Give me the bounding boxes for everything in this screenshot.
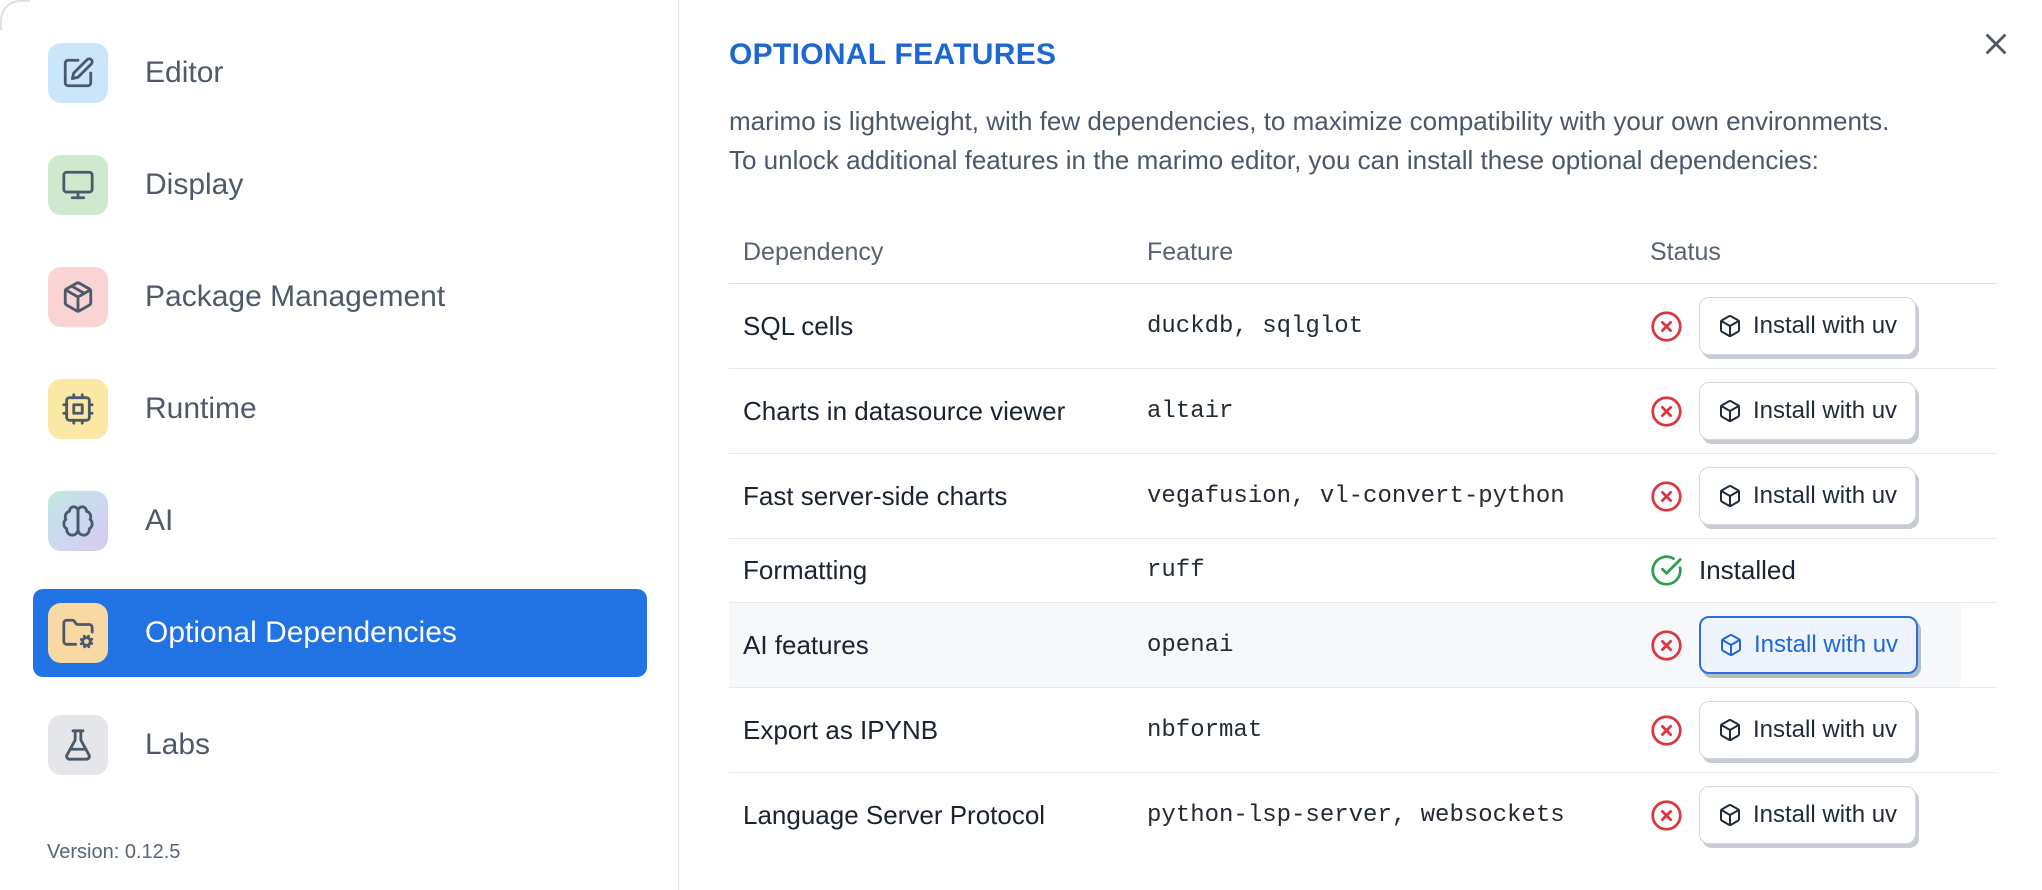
dependency-cell: SQL cells: [743, 310, 854, 341]
circle-x-icon: [1651, 629, 1682, 661]
status-cell: Installed: [1636, 554, 1997, 587]
settings-dialog: Editor Display Package Management Runtime AI…: [0, 0, 2042, 890]
feature-cell: ruff: [1147, 557, 1205, 584]
install-button-label: Install with uv: [1753, 716, 1898, 743]
settings-nav: Editor Display Package Management Runtime AI…: [33, 29, 647, 789]
sidebar-item-labs[interactable]: Labs: [33, 701, 647, 789]
status-cell: Install with uv: [1636, 786, 1997, 844]
install-with-uv-button[interactable]: Install with uv: [1699, 467, 1917, 525]
panel-title: OPTIONAL FEATURES: [729, 38, 1057, 71]
sidebar-item-icon-box: [48, 43, 108, 103]
table-row: Charts in datasource viewer altair Install…: [729, 369, 1997, 454]
table-header-row: Dependency Feature Status: [729, 222, 1997, 284]
dependency-cell: Formatting: [743, 555, 868, 585]
feature-cell: nbformat: [1147, 716, 1263, 744]
install-button-label: Install with uv: [1753, 312, 1898, 339]
sidebar-item-label: Display: [145, 168, 244, 201]
folder-cog-icon: [62, 618, 94, 649]
status-cell: Install with uv: [1636, 616, 1997, 674]
circle-x-icon: [1651, 799, 1682, 831]
close-button[interactable]: [1974, 22, 2018, 66]
install-button-label: Install with uv: [1753, 801, 1898, 828]
install-button-label: Install with uv: [1753, 397, 1898, 424]
status-cell: Install with uv: [1636, 467, 1997, 525]
feature-cell: vegafusion, vl-convert-python: [1147, 482, 1565, 510]
sidebar-item-label: Labs: [145, 728, 211, 761]
circle-x-icon: [1651, 395, 1682, 427]
sidebar-item-icon-box: [48, 603, 108, 663]
sidebar-item-icon-box: [48, 491, 108, 551]
box-icon: [1720, 315, 1740, 337]
description-line: marimo is lightweight, with few dependen…: [729, 106, 1890, 136]
sidebar-item-label: Optional Dependencies: [145, 616, 457, 649]
circle-x-icon: [1651, 480, 1682, 512]
circle-x-icon: [1651, 310, 1682, 342]
table-row: Export as IPYNB nbformat Install with uv: [729, 688, 1997, 773]
sidebar-item-label: Package Management: [145, 280, 446, 313]
sidebar-item-package-management[interactable]: Package Management: [33, 253, 647, 341]
column-header-status: Status: [1650, 238, 1721, 266]
sidebar-item-editor[interactable]: Editor: [33, 29, 647, 117]
description-line: To unlock additional features in the mar…: [729, 145, 1819, 175]
sidebar-item-icon-box: [48, 155, 108, 215]
install-with-uv-button[interactable]: Install with uv: [1699, 786, 1917, 844]
package-icon: [63, 281, 93, 313]
column-header-feature: Feature: [1147, 238, 1234, 266]
dependency-cell: Fast server-side charts: [743, 480, 1008, 511]
feature-cell: altair: [1147, 397, 1234, 425]
box-icon: [1721, 634, 1741, 656]
dependency-cell: Export as IPYNB: [743, 714, 939, 745]
install-with-uv-button[interactable]: Install with uv: [1699, 382, 1917, 440]
column-header-dependency: Dependency: [743, 238, 884, 266]
feature-cell: python-lsp-server, websockets: [1147, 801, 1565, 829]
circle-check-icon: [1651, 555, 1682, 586]
table-row: Formatting ruff Installed: [729, 539, 1997, 603]
box-icon: [1720, 400, 1740, 422]
install-button-label: Install with uv: [1754, 631, 1899, 658]
table-body: SQL cells duckdb, sqlglot Install with uv C…: [729, 284, 1997, 857]
monitor-icon: [62, 170, 94, 200]
optional-features-panel: OPTIONAL FEATURES marimo is lightweight,…: [679, 0, 2042, 890]
settings-sidebar: Editor Display Package Management Runtime AI…: [0, 0, 679, 890]
square-pen-icon: [63, 57, 94, 88]
status-cell: Install with uv: [1636, 297, 1997, 355]
sidebar-item-label: Editor: [145, 56, 224, 89]
sidebar-item-label: Runtime: [145, 392, 257, 425]
dependency-cell: Charts in datasource viewer: [743, 395, 1066, 426]
sidebar-item-icon-box: [48, 379, 108, 439]
table-row: Fast server-side charts vegafusion, vl-co…: [729, 454, 1997, 539]
install-with-uv-button[interactable]: Install with uv: [1699, 297, 1917, 355]
install-button-label: Install with uv: [1753, 482, 1898, 509]
sidebar-item-label: AI: [145, 504, 174, 537]
sidebar-item-display[interactable]: Display: [33, 141, 647, 229]
sidebar-item-icon-box: [48, 715, 108, 775]
panel-description: marimo is lightweight, with few dependen…: [729, 102, 1997, 180]
feature-cell: openai: [1147, 631, 1234, 659]
status-cell: Install with uv: [1636, 701, 1997, 759]
dependency-cell: AI features: [743, 629, 869, 660]
status-cell: Install with uv: [1636, 382, 1997, 440]
box-icon: [1720, 485, 1740, 507]
version-label: Version: 0.12.5: [47, 841, 181, 863]
sidebar-item-ai[interactable]: AI: [33, 477, 647, 565]
sidebar-item-runtime[interactable]: Runtime: [33, 365, 647, 453]
box-icon: [1720, 719, 1740, 741]
sidebar-item-icon-box: [48, 267, 108, 327]
table-row: SQL cells duckdb, sqlglot Install with uv: [729, 284, 1997, 369]
brain-icon: [62, 505, 94, 537]
sidebar-item-optional-dependencies[interactable]: Optional Dependencies: [33, 589, 647, 677]
table-row: AI features openai Install with uv: [729, 603, 1997, 688]
cpu-icon: [62, 393, 94, 425]
install-with-uv-button[interactable]: Install with uv: [1699, 616, 1919, 674]
circle-x-icon: [1651, 714, 1682, 746]
flask-conical-icon: [65, 729, 91, 761]
box-icon: [1720, 804, 1740, 826]
install-with-uv-button[interactable]: Install with uv: [1699, 701, 1917, 759]
installed-status-label: Installed: [1699, 555, 1796, 585]
table-row: Language Server Protocol python-lsp-serve…: [729, 773, 1997, 857]
dependency-cell: Language Server Protocol: [743, 799, 1046, 830]
dependencies-table: Dependency Feature Status SQL cells duckd…: [729, 222, 1997, 857]
x-icon: [1986, 34, 2006, 54]
feature-cell: duckdb, sqlglot: [1147, 312, 1364, 340]
